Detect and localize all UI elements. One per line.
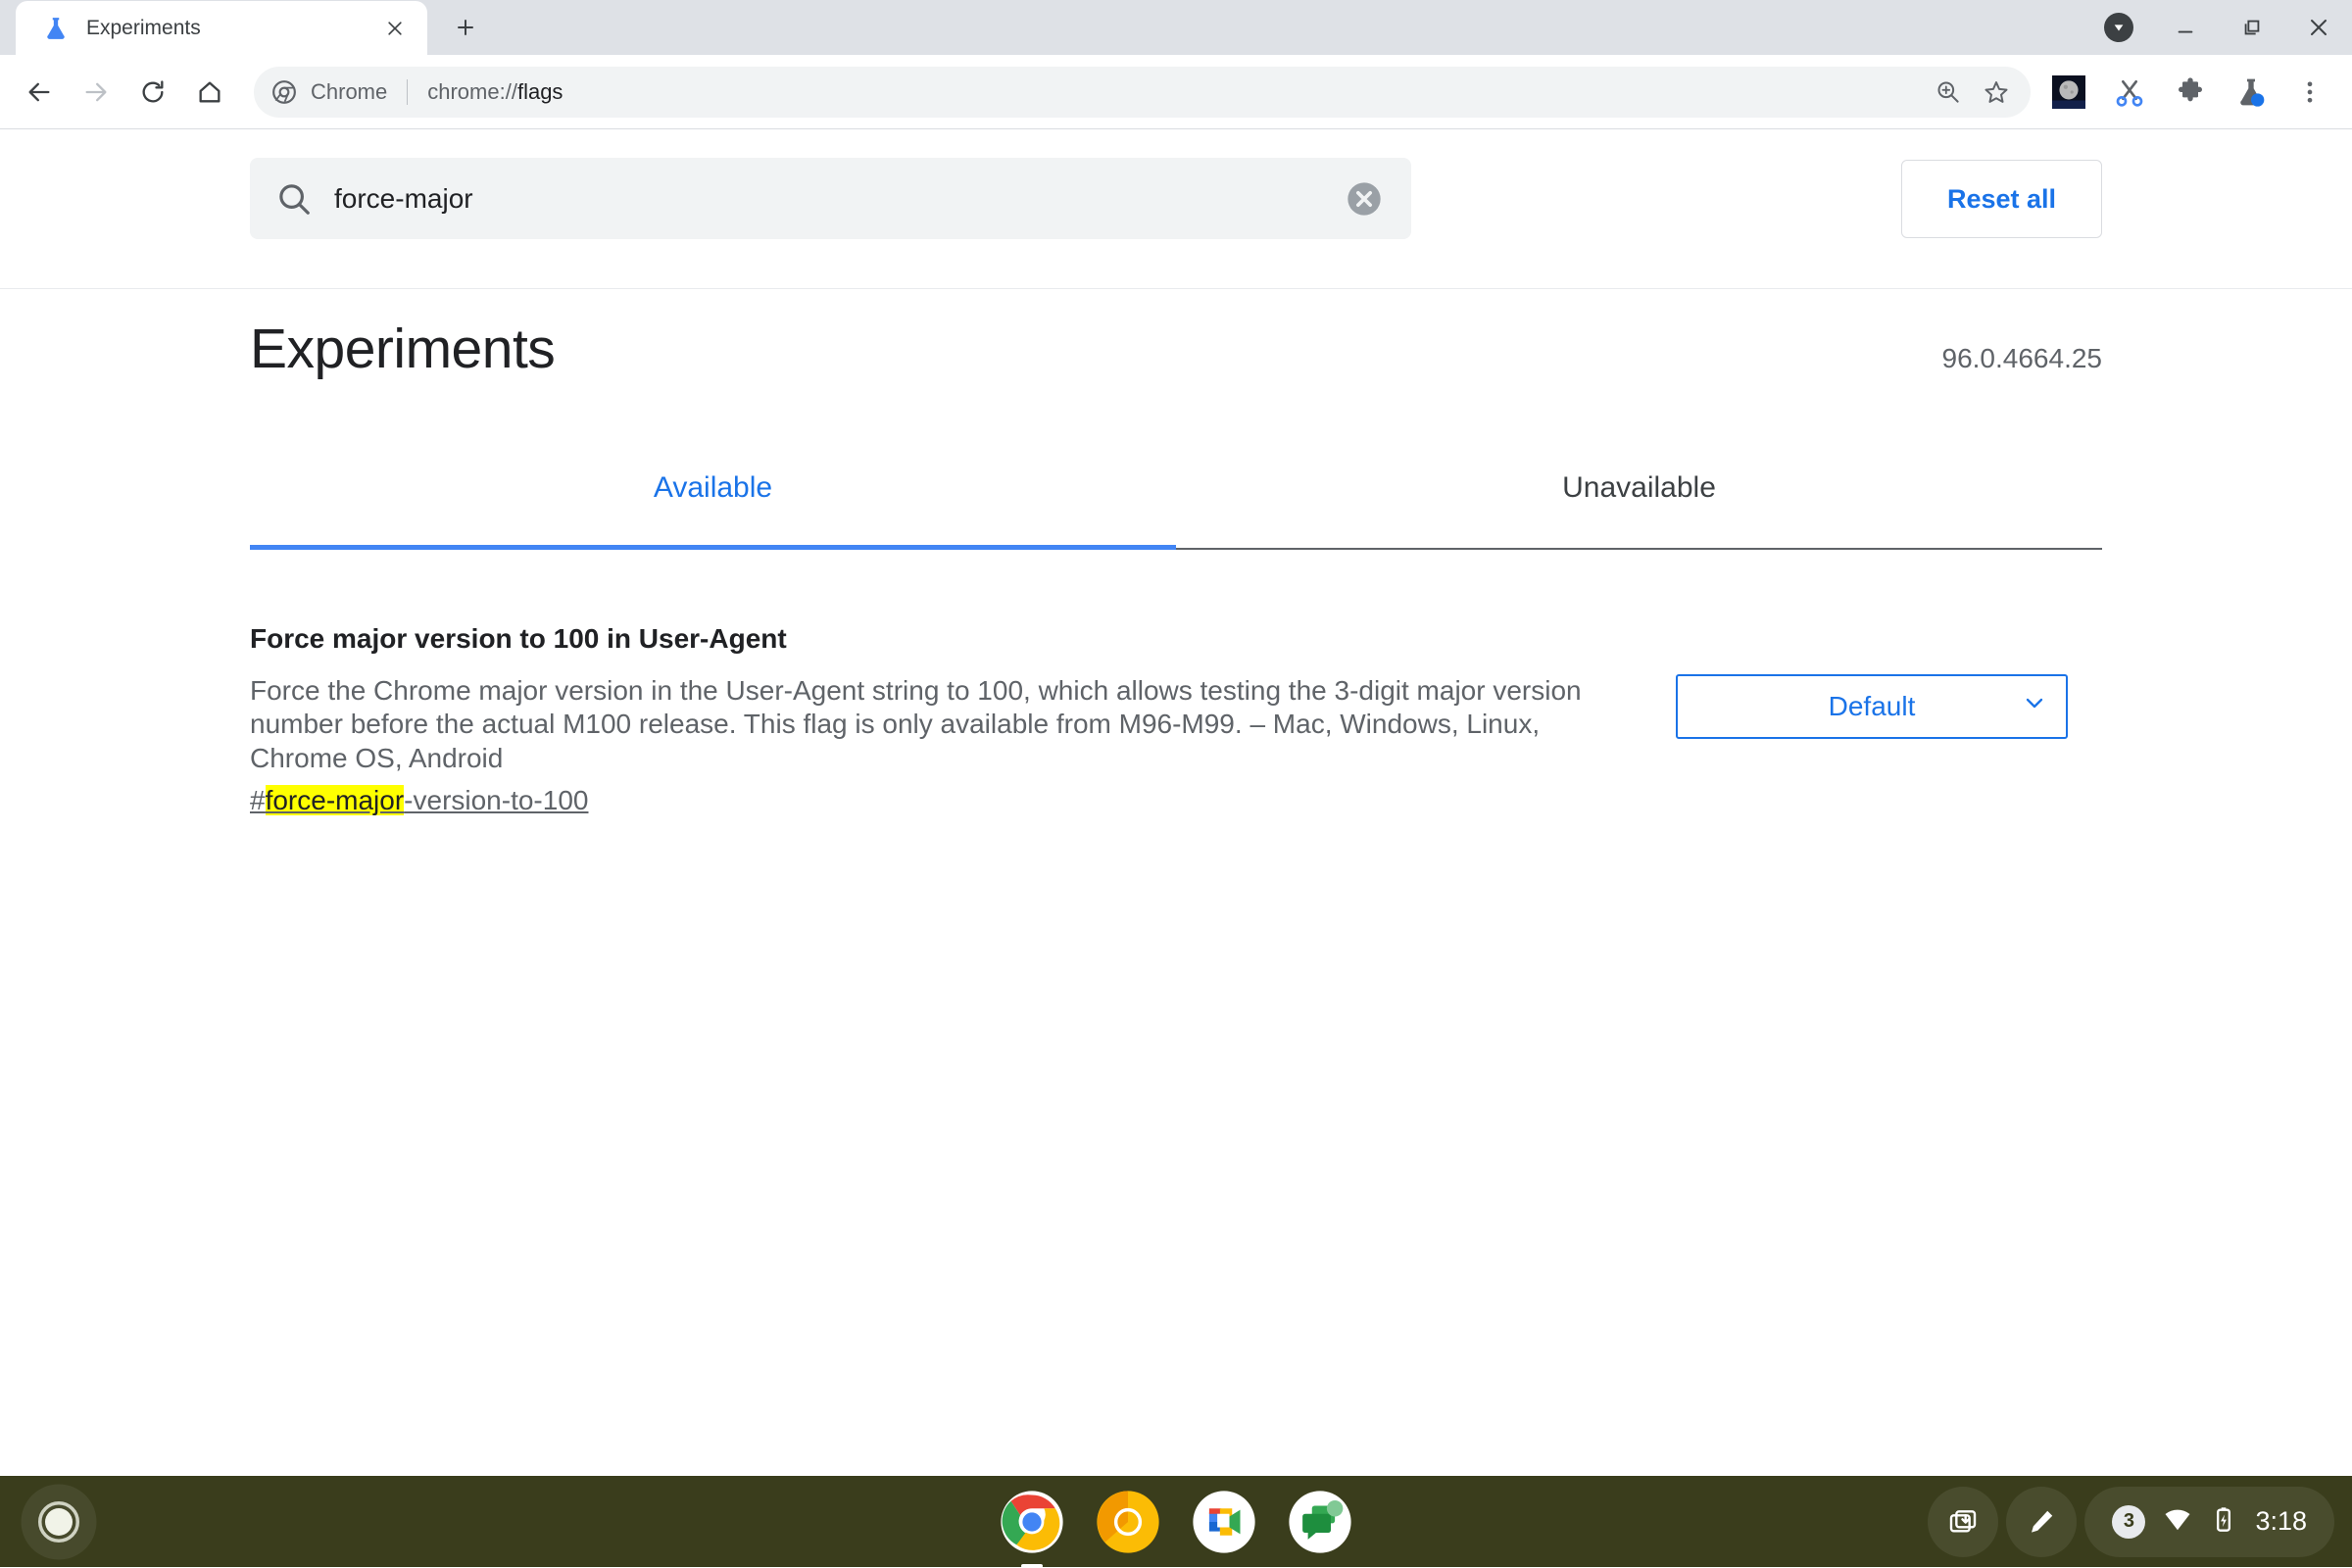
omnibox-url: chrome://flags	[427, 79, 563, 105]
flag-id-link[interactable]: #force-major-version-to-100	[250, 785, 588, 816]
scissors-icon[interactable]	[2099, 64, 2160, 121]
tab-title: Experiments	[86, 17, 378, 40]
google-meet-app-icon[interactable]	[1192, 1490, 1256, 1554]
shelf-app-list	[1000, 1490, 1352, 1554]
chromeos-shelf: 3 3:18	[0, 1476, 2352, 1567]
home-icon[interactable]	[181, 64, 238, 121]
omnibox-url-prefix: chrome://	[427, 79, 517, 104]
three-dot-menu-icon[interactable]	[2281, 64, 2338, 121]
flags-tab-bar: Available Unavailable	[250, 452, 2102, 550]
omnibox-site-label: Chrome	[311, 79, 387, 105]
flag-entry: Force major version to 100 in User-Agent…	[250, 623, 2102, 816]
page-title: Experiments	[250, 317, 555, 381]
search-icon	[275, 180, 313, 218]
new-tab-button[interactable]	[443, 5, 488, 50]
chrome-version: 96.0.4664.25	[1942, 323, 2103, 374]
flag-state-value: Default	[1829, 691, 1916, 722]
search-input[interactable]	[334, 183, 1343, 215]
star-icon[interactable]	[1972, 68, 2021, 117]
omnibox-actions	[1923, 67, 2021, 118]
stylus-pen-icon[interactable]	[2006, 1487, 2077, 1557]
clear-icon[interactable]	[1343, 177, 1386, 220]
flask-icon	[43, 16, 69, 41]
system-tray: 3 3:18	[1928, 1487, 2334, 1557]
flag-id-suffix: -version-to-100	[404, 785, 588, 815]
chevron-down-icon	[2021, 690, 2048, 724]
flag-state-select[interactable]: Default	[1676, 674, 2068, 739]
omnibox-divider	[407, 79, 408, 105]
google-chat-app-icon[interactable]	[1288, 1490, 1352, 1554]
restore-icon[interactable]	[2219, 0, 2285, 55]
tab-unavailable[interactable]: Unavailable	[1176, 452, 2102, 548]
tab-strip: Experiments	[0, 0, 2352, 55]
download-indicator-icon[interactable]	[2085, 0, 2152, 55]
notification-count-badge: 3	[2112, 1505, 2145, 1539]
moon-image-extension-icon[interactable]	[2038, 64, 2099, 121]
chrome-icon	[271, 79, 297, 105]
browser-toolbar: Chrome chrome://flags	[0, 55, 2352, 129]
search-row: Reset all	[0, 147, 2352, 289]
reset-all-button[interactable]: Reset all	[1901, 160, 2102, 238]
wifi-icon	[2163, 1504, 2192, 1539]
flag-description: Force the Chrome major version in the Us…	[250, 674, 1632, 775]
flags-content: Experiments 96.0.4664.25 Available Unava…	[0, 290, 2352, 816]
flag-id-prefix: #	[250, 785, 266, 815]
flag-text-block: Force major version to 100 in User-Agent…	[250, 623, 1632, 816]
flag-id-highlight: force-major	[266, 785, 405, 815]
forward-arrow-icon	[68, 64, 124, 121]
flag-select-wrapper: Default	[1676, 623, 2068, 739]
tab-available[interactable]: Available	[250, 452, 1176, 548]
omnibox-url-page: flags	[517, 79, 563, 104]
omnibox[interactable]: Chrome chrome://flags	[254, 67, 2031, 118]
browser-tab[interactable]: Experiments	[16, 1, 427, 55]
battery-charging-icon	[2210, 1505, 2237, 1538]
close-icon[interactable]	[2285, 0, 2352, 55]
zoom-in-icon[interactable]	[1923, 68, 1972, 117]
orange-circle-app-icon[interactable]	[1096, 1490, 1160, 1554]
clock-time: 3:18	[2255, 1506, 2307, 1537]
page-header: Experiments 96.0.4664.25	[250, 290, 2102, 408]
flask-extension-icon[interactable]	[2221, 64, 2281, 121]
search-box[interactable]	[250, 158, 1411, 239]
flag-title: Force major version to 100 in User-Agent	[250, 623, 1632, 655]
close-icon[interactable]	[378, 12, 412, 45]
back-arrow-icon[interactable]	[11, 64, 68, 121]
flags-page: Reset all Experiments 96.0.4664.25 Avail…	[0, 130, 2352, 1476]
puzzle-piece-icon[interactable]	[2160, 64, 2221, 121]
window-controls	[2085, 0, 2352, 55]
status-tray-pill[interactable]: 3 3:18	[2084, 1487, 2334, 1557]
reload-icon[interactable]	[124, 64, 181, 121]
chrome-app-icon[interactable]	[1000, 1490, 1064, 1554]
screen-capture-icon[interactable]	[1928, 1487, 1998, 1557]
launcher-circle-icon[interactable]	[18, 1481, 100, 1563]
minimize-icon[interactable]	[2152, 0, 2219, 55]
